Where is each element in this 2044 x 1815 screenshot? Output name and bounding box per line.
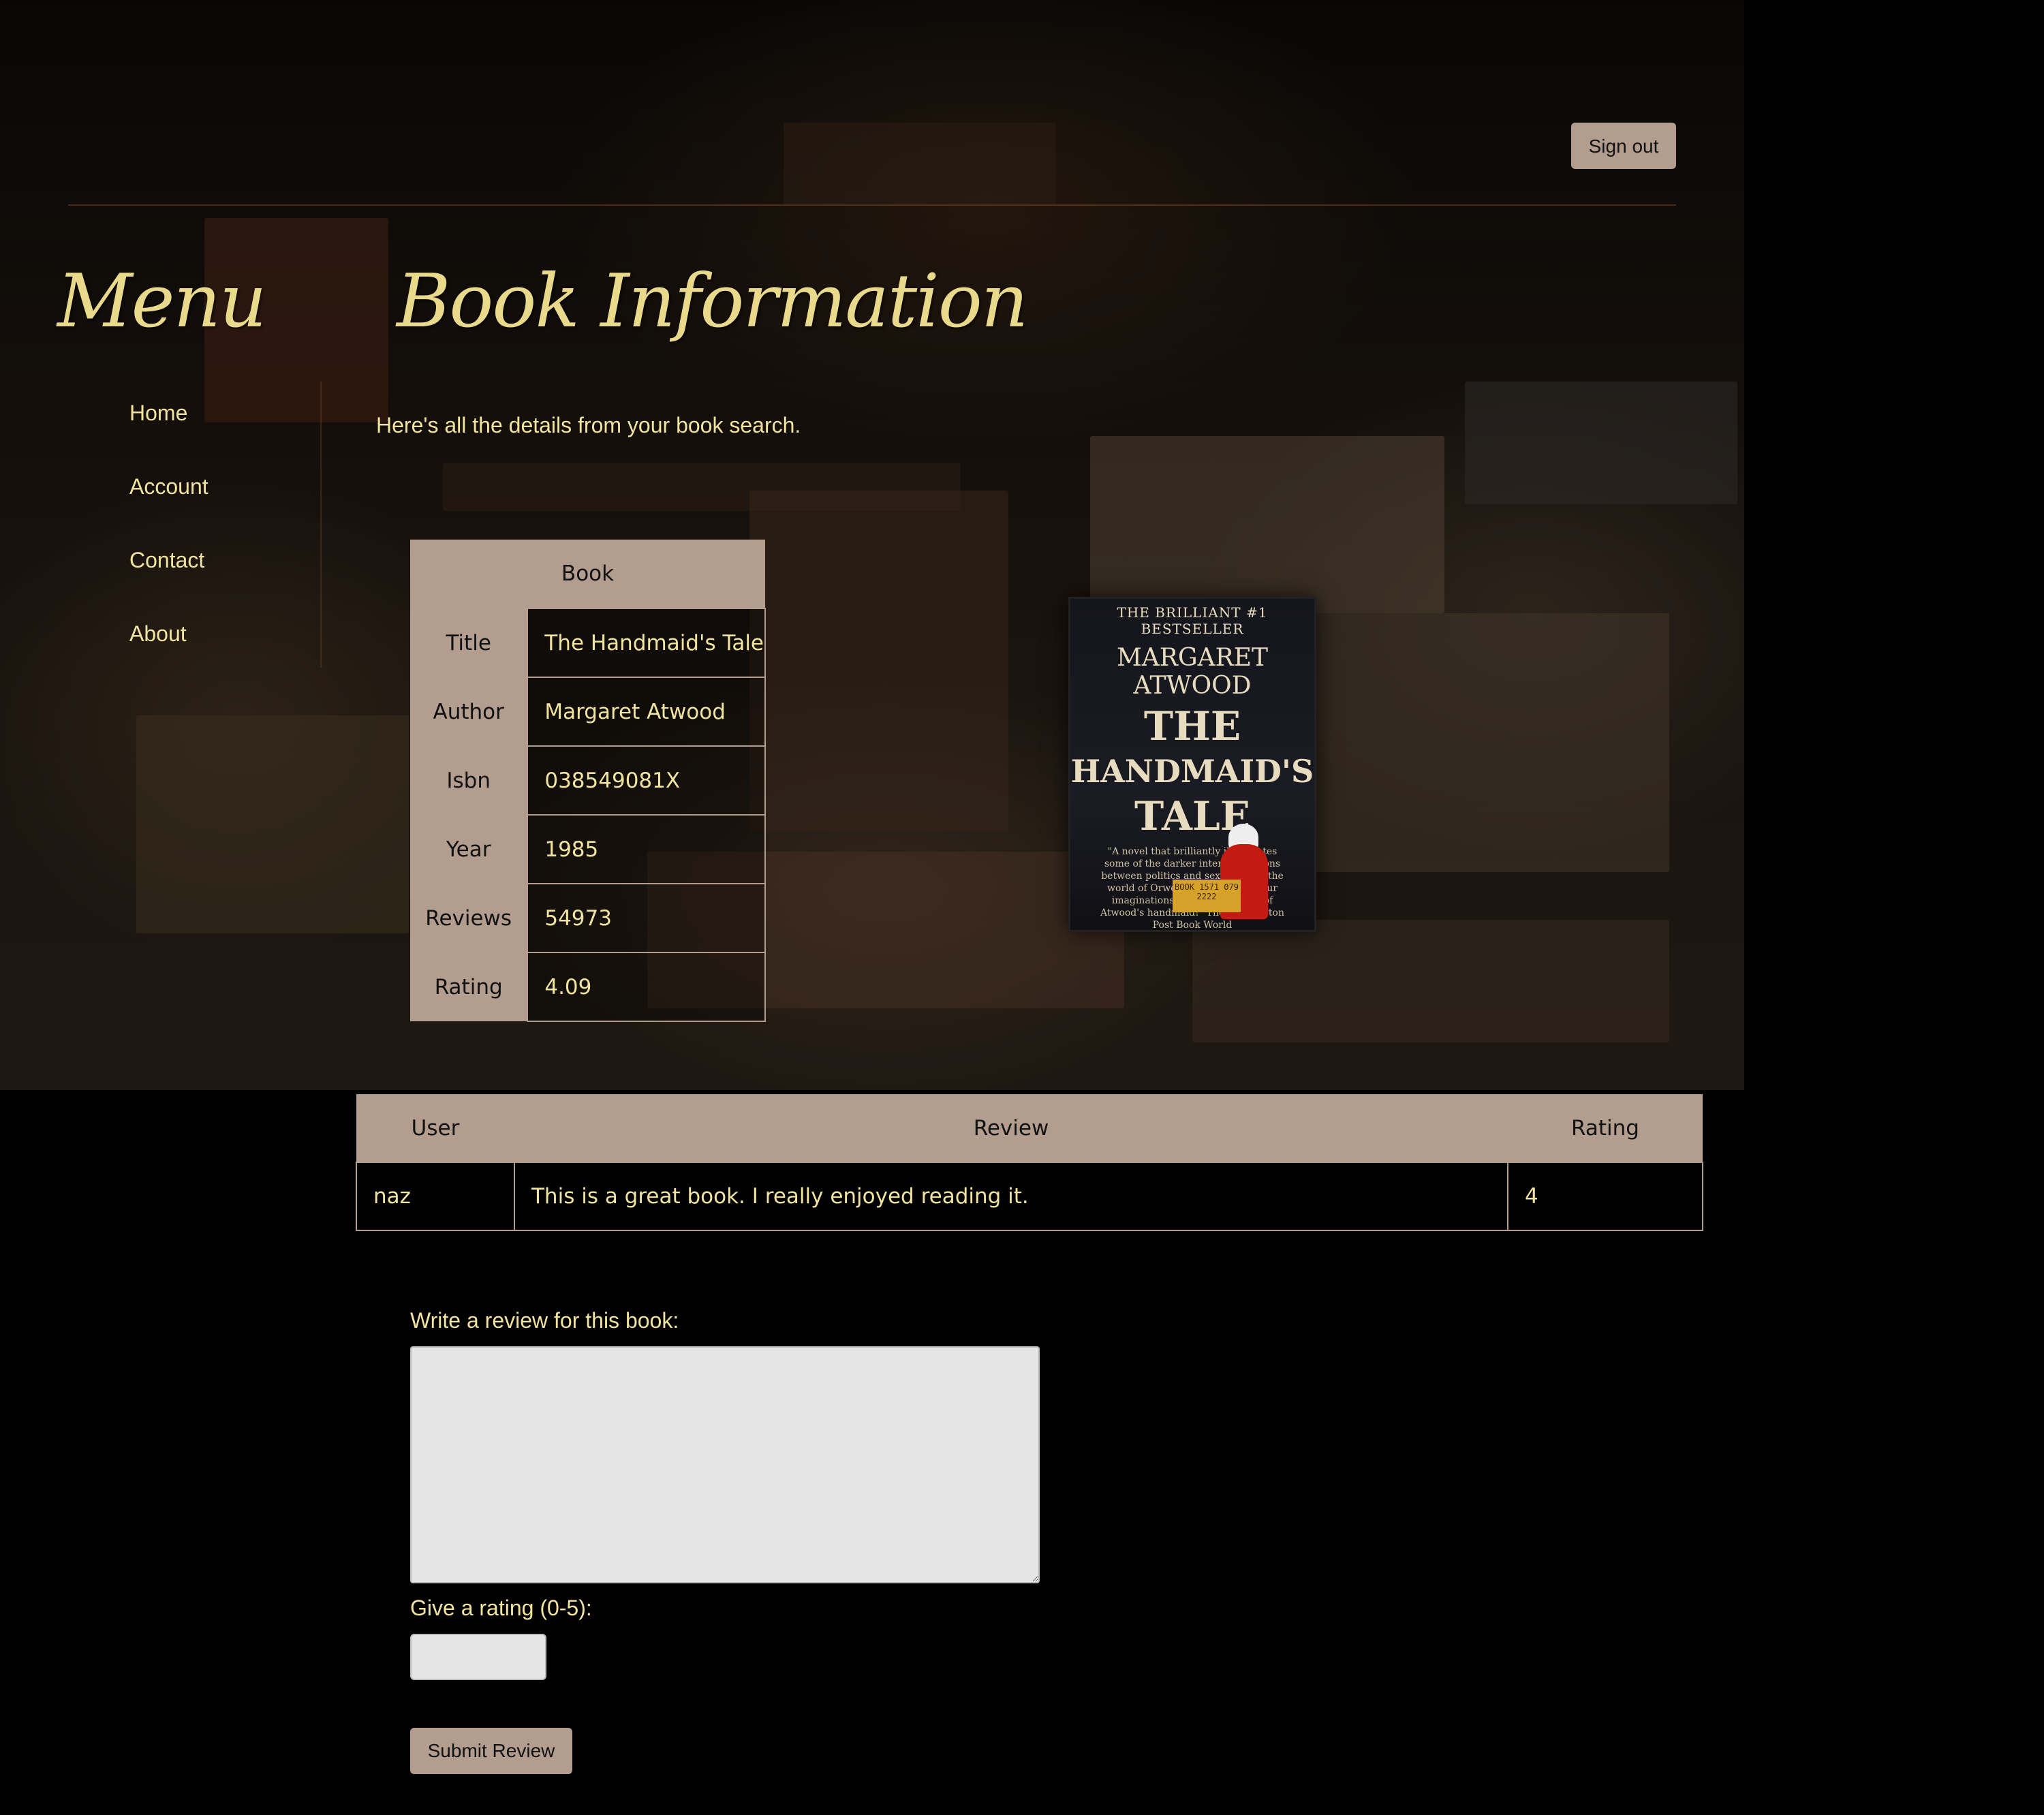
menu-title: Menu: [57, 259, 267, 344]
cover-title-line1: THE: [1143, 703, 1241, 749]
field-label-title: Title: [410, 608, 528, 677]
book-table-header: Book: [410, 540, 765, 608]
review-label: Write a review for this book:: [410, 1308, 679, 1333]
cover-tagline: THE BRILLIANT #1 BESTSELLER: [1117, 604, 1268, 637]
field-value-author: Margaret Atwood: [527, 677, 766, 747]
book-info-table: Book Title The Handmaid's Tale Author Ma…: [410, 540, 766, 1022]
review-user: naz: [356, 1162, 515, 1231]
column-header-review: Review: [514, 1094, 1508, 1162]
cover-author: MARGARET ATWOOD: [1116, 644, 1269, 700]
rating-label: Give a rating (0-5):: [410, 1596, 592, 1620]
review-rating: 4: [1507, 1162, 1703, 1231]
nav-link-home[interactable]: Home: [129, 401, 187, 426]
table-row: naz This is a great book. I really enjoy…: [356, 1162, 1703, 1231]
field-label-isbn: Isbn: [410, 746, 528, 815]
nav-link-account[interactable]: Account: [129, 474, 208, 499]
field-label-year: Year: [410, 815, 528, 884]
field-label-reviews: Reviews: [410, 884, 528, 952]
review-textarea[interactable]: [410, 1346, 1040, 1583]
field-value-title: The Handmaid's Tale: [527, 608, 766, 678]
cover-title-line2: HANDMAID'S: [1070, 753, 1314, 790]
column-header-rating: Rating: [1508, 1094, 1703, 1162]
cover-title-line3: TALE: [1134, 793, 1250, 839]
field-value-reviews: 54973: [527, 883, 766, 953]
submit-review-button[interactable]: Submit Review: [410, 1728, 572, 1774]
field-value-isbn: 038549081X: [527, 745, 766, 816]
page-title: Book Information: [397, 259, 1028, 344]
field-value-year: 1985: [527, 814, 766, 884]
nav-link-contact[interactable]: Contact: [129, 548, 204, 573]
field-label-author: Author: [410, 677, 528, 746]
table-row: Author Margaret Atwood: [410, 677, 766, 747]
column-header-user: User: [356, 1094, 514, 1162]
table-row: Year 1985: [410, 814, 766, 884]
field-label-rating: Rating: [410, 952, 528, 1021]
table-row: Rating 4.09: [410, 952, 766, 1022]
review-text: This is a great book. I really enjoyed r…: [514, 1162, 1508, 1231]
header-divider: [68, 204, 1676, 206]
search-intro-text: Here's all the details from your book se…: [376, 413, 801, 437]
cover-price-sticker: BOOK 1571 079 2222: [1173, 880, 1241, 912]
table-row: Title The Handmaid's Tale: [410, 608, 766, 678]
sidebar-divider: [320, 382, 322, 668]
table-row: Isbn 038549081X: [410, 745, 766, 816]
sign-out-button[interactable]: Sign out: [1571, 123, 1676, 169]
bookstore-background-image: [0, 0, 1744, 1090]
nav-link-about[interactable]: About: [129, 621, 187, 647]
reviews-table: User Review Rating naz This is a great b…: [356, 1094, 1703, 1231]
book-cover-image: THE BRILLIANT #1 BESTSELLER MARGARET ATW…: [1068, 597, 1316, 932]
table-row: Reviews 54973: [410, 883, 766, 953]
field-value-rating: 4.09: [527, 952, 766, 1022]
rating-input[interactable]: [410, 1634, 546, 1680]
